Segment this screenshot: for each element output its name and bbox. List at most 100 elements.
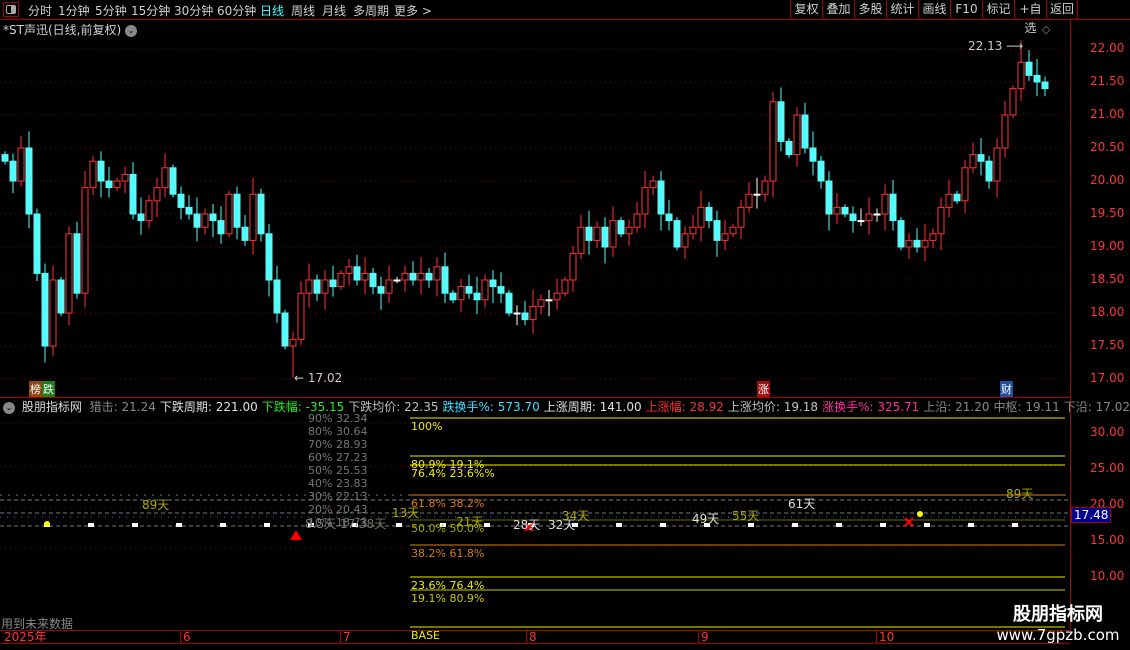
candle (537, 294, 545, 315)
candle (681, 226, 689, 260)
tab-period-30min[interactable]: 30分钟 (174, 2, 213, 19)
price-axis-label: 21.50 (1090, 74, 1125, 88)
candle (817, 155, 825, 189)
signal-dot (924, 523, 930, 527)
tab-period-15min[interactable]: 15分钟 (131, 2, 170, 19)
candle (897, 217, 905, 251)
signal-dot (660, 523, 666, 527)
candle (241, 215, 249, 246)
tab-more[interactable]: 更多 > (394, 2, 432, 19)
badge-rise[interactable]: 涨 (757, 381, 770, 397)
tab-period-60min[interactable]: 60分钟 (217, 2, 256, 19)
candle (297, 281, 305, 345)
signal-dot (1012, 523, 1018, 527)
candle (953, 190, 961, 205)
candle (273, 265, 281, 323)
indicator-name[interactable]: 股朋指标网 (22, 400, 82, 414)
candle (737, 199, 745, 240)
chevron-down-icon[interactable]: ⌄ (3, 401, 15, 414)
restore-rights-button[interactable]: 复权 (790, 0, 822, 20)
cycle-day-label: 34天 (562, 509, 590, 523)
candle (329, 265, 337, 297)
ladder-row: 20% 20.43 (308, 503, 368, 516)
candle (729, 223, 737, 238)
candle (569, 245, 577, 293)
ladder-row: 30% 22.13 (308, 490, 368, 503)
candle (761, 175, 769, 202)
fib-label: 76.4% 23.6%% (411, 467, 495, 480)
tab-period-multi[interactable]: 多周期 (353, 2, 389, 19)
candle (545, 289, 553, 317)
indicator-value: 上涨幅: 28.92 (645, 400, 724, 414)
candle (713, 210, 721, 257)
candle (1041, 76, 1049, 97)
candle (937, 197, 945, 251)
candle (809, 131, 817, 176)
candle (657, 171, 665, 231)
fib-label: 61.8% 38.2% (411, 497, 485, 510)
candle (481, 274, 489, 308)
indicator-value: 上涨周期: 141.00 (543, 400, 642, 414)
tab-period-5min[interactable]: 5分钟 (95, 2, 127, 19)
candle (105, 166, 113, 198)
candle (113, 177, 121, 191)
low-price-marker: ← 17.02 (294, 371, 343, 385)
badge-list[interactable]: 榜 (29, 381, 42, 397)
indicator-value: 中枢: 19.11 (993, 400, 1060, 414)
candlestick-chart[interactable] (0, 30, 1070, 396)
signal-dot (132, 523, 138, 527)
candle (249, 177, 257, 255)
candle (161, 153, 169, 198)
candle (377, 276, 385, 310)
cycle-day-label: 61天 (788, 497, 816, 511)
candle (57, 276, 65, 317)
candle (489, 270, 497, 304)
price-axis-label: 17.50 (1090, 338, 1125, 352)
add-watchlist-button[interactable]: +自选 (1014, 0, 1046, 35)
current-value-tag: 17.48 (1071, 507, 1111, 523)
tab-period-weekly[interactable]: 周线 (291, 2, 315, 19)
tab-period-daily[interactable]: 日线 (260, 2, 284, 19)
date-label-month-7: 7 (340, 631, 351, 644)
statistics-button[interactable]: 统计 (886, 0, 918, 20)
tab-period-monthly[interactable]: 月线 (322, 2, 346, 19)
indicator-value: 跌换手%: 573.70 (442, 400, 540, 414)
tab-period-fenshi[interactable]: 分时 (28, 2, 52, 19)
date-label-month-10: 10 (876, 631, 894, 644)
back-button[interactable]: 返回 (1046, 0, 1078, 20)
layout-toggle-icon[interactable] (3, 2, 19, 17)
candle (721, 219, 729, 251)
candle (833, 193, 841, 224)
date-label-year: 2025年 (4, 630, 47, 644)
candle (649, 175, 657, 196)
cycle-day-label: 21天 (456, 515, 484, 529)
candle (225, 190, 233, 238)
cycle-day-label: 28天 (513, 518, 541, 532)
signal-dot (264, 523, 270, 527)
badge-fall[interactable]: 跌 (42, 381, 55, 397)
draw-line-button[interactable]: 画线 (918, 0, 950, 20)
candle (593, 221, 601, 249)
f10-button[interactable]: F10 (950, 0, 982, 20)
fib-label: 38.2% 61.8% (411, 547, 485, 560)
candle (185, 195, 193, 220)
mark-button[interactable]: 标记 (982, 0, 1014, 20)
candle (81, 171, 89, 308)
tab-period-1min[interactable]: 1分钟 (58, 2, 90, 19)
candle (753, 177, 761, 209)
candle (169, 164, 177, 198)
candle (505, 289, 513, 317)
overlay-button[interactable]: 叠加 (822, 0, 854, 20)
indicator-axis-label: 15.00 (1090, 533, 1125, 547)
candle (17, 135, 25, 187)
date-axis: 2025年 6 7 8 9 10 (0, 630, 1070, 644)
indicator-axis-label: 25.00 (1090, 461, 1125, 475)
candle (1025, 50, 1033, 81)
multi-stock-button[interactable]: 多股 (854, 0, 886, 20)
indicator-info-bar: ⌄ 股朋指标网 猎击: 21.24 下跌周期: 221.00 下跌幅: -35.15… (0, 397, 1130, 414)
signal-dot (88, 523, 94, 527)
price-axis-label: 20.00 (1090, 173, 1125, 187)
indicator-value: 下跌周期: 221.00 (159, 400, 258, 414)
candle (145, 195, 153, 229)
badge-finance[interactable]: 财 (1000, 381, 1013, 397)
